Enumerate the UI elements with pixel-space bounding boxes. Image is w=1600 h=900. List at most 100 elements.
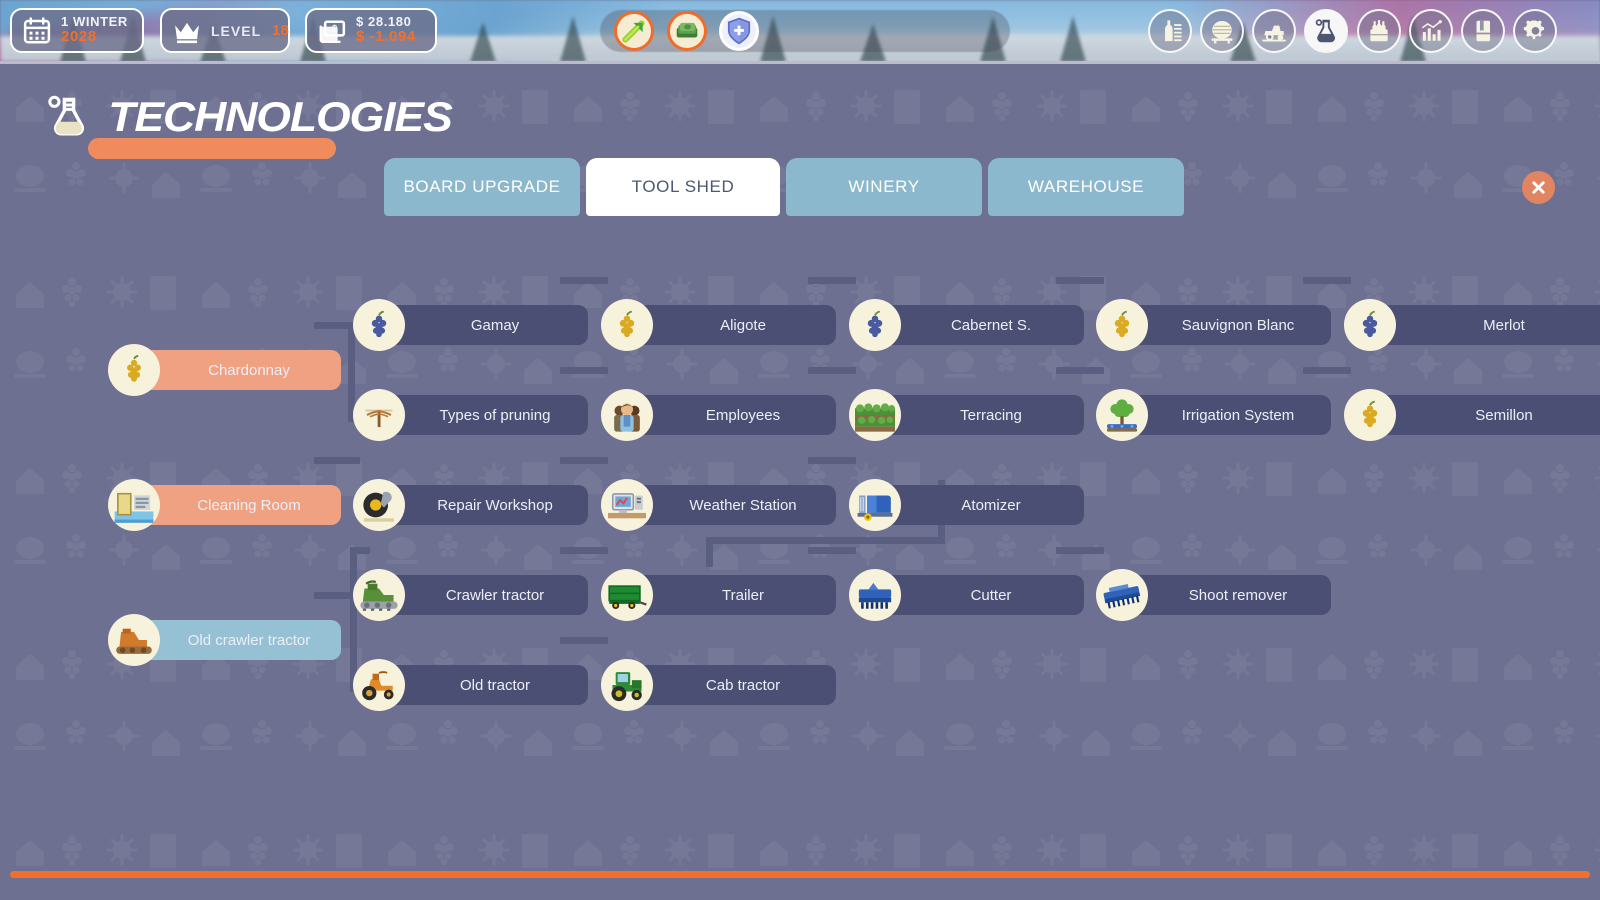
- calendar-icon: [23, 16, 51, 43]
- tech-node-label: Irrigation System: [1181, 406, 1295, 424]
- tech-node-label: Terracing: [960, 406, 1022, 424]
- money-delta: $ -1.094: [356, 28, 416, 46]
- technologies-panel: TECHNOLOGIES BOARD UPGRADE TOOL SHED WIN…: [0, 64, 1600, 900]
- tech-node-label: Cabernet S.: [950, 316, 1032, 334]
- connector: [1056, 367, 1104, 374]
- connector: [808, 277, 856, 284]
- connector: [560, 367, 608, 374]
- statistics-button[interactable]: [1409, 9, 1453, 53]
- blue-grape-icon: [849, 299, 901, 351]
- atomizer-icon: [849, 479, 901, 531]
- connector: [1303, 277, 1351, 284]
- barrel-button[interactable]: [1200, 9, 1244, 53]
- gear-icon: [1523, 19, 1544, 39]
- yellow-grape-icon: [1096, 299, 1148, 351]
- irrigation-icon: [1096, 389, 1148, 441]
- date-year: 2028: [61, 28, 97, 46]
- yellow-grape-icon: [1344, 389, 1396, 441]
- pine-tree: [560, 16, 586, 62]
- barrel-icon: [1211, 20, 1233, 44]
- vehicles-button[interactable]: [1252, 9, 1296, 53]
- tech-node-label: Crawler tractor: [445, 586, 545, 604]
- technologies-button[interactable]: [1304, 9, 1348, 53]
- old-tractor-icon: [353, 659, 405, 711]
- yellow-grape-icon: [601, 299, 653, 351]
- tech-tree: Chardonnay Gamay Aligote Cabernet S. Sau: [0, 64, 1600, 900]
- tech-node-pill: Shoot remover: [1121, 575, 1331, 615]
- tech-node-pill: Repair Workshop: [378, 485, 588, 525]
- level-label: LEVEL: [211, 22, 262, 39]
- blue-grape-icon: [1344, 299, 1396, 351]
- tech-node-label: Cab tractor: [705, 676, 781, 694]
- bottle-crate-icon: [1370, 20, 1388, 42]
- money-balance: $ 28.180: [356, 14, 412, 30]
- trailer-icon: [601, 569, 653, 621]
- connector: [808, 547, 856, 554]
- tech-node-pill: Cab tractor: [626, 665, 836, 705]
- tech-node-pill: Terracing: [874, 395, 1084, 435]
- weather-station-icon: [601, 479, 653, 531]
- tech-node-pill: Cabernet S.: [874, 305, 1084, 345]
- connector: [706, 537, 713, 567]
- tech-node-pill: Trailer: [626, 575, 836, 615]
- tech-node-label: Types of pruning: [439, 406, 551, 424]
- repair-icon: [353, 479, 405, 531]
- speed-up-button[interactable]: [614, 11, 654, 51]
- money-boost-button[interactable]: [667, 11, 707, 51]
- tech-node-label: Employees: [705, 406, 781, 424]
- page-title-text: TECHNOLOGIES: [108, 93, 453, 140]
- tech-node-label: Semillon: [1475, 406, 1533, 424]
- tractor-icon: [1262, 25, 1286, 42]
- worker-icon: [601, 389, 653, 441]
- tech-node-label: Chardonnay: [208, 361, 290, 379]
- money-icon: $: [319, 19, 346, 43]
- tech-node-pill: Types of pruning: [378, 395, 588, 435]
- header-progress-bar: [600, 10, 1010, 52]
- green-arrow-icon: [622, 20, 645, 43]
- tech-node-label: Old crawler tractor: [187, 631, 311, 649]
- level-chip[interactable]: LEVEL 18: [160, 8, 290, 53]
- connector: [350, 547, 370, 554]
- cutter-icon: [849, 569, 901, 621]
- tech-node-pill: Old crawler tractor: [133, 620, 341, 660]
- tech-node-pill: Chardonnay: [133, 350, 341, 390]
- tech-node-label: Merlot: [1483, 316, 1525, 334]
- shield-boost-button[interactable]: [719, 11, 759, 51]
- tech-node-label: Shoot remover: [1188, 586, 1288, 604]
- tech-node-pill: Merlot: [1369, 305, 1600, 345]
- connector: [560, 547, 608, 554]
- flask-icon: [1315, 19, 1335, 43]
- orders-button[interactable]: [1461, 9, 1505, 53]
- date-chip[interactable]: 1 WINTER 2028: [10, 8, 144, 53]
- tech-node-label: Repair Workshop: [437, 496, 553, 514]
- tech-node-label: Sauvignon Blanc: [1181, 316, 1295, 334]
- page-title: TECHNOLOGIES: [44, 91, 453, 143]
- connector: [560, 457, 608, 464]
- settings-button[interactable]: [1513, 9, 1557, 53]
- cleaning-room-icon: [108, 479, 160, 531]
- tech-node-pill: Crawler tractor: [378, 575, 588, 615]
- yellow-grape-icon: [108, 344, 160, 396]
- tech-node-pill: Atomizer: [874, 485, 1084, 525]
- tech-node-label: Cutter: [970, 586, 1012, 604]
- tech-node-pill: Aligote: [626, 305, 836, 345]
- connector: [1056, 277, 1104, 284]
- tech-node-pill: Old tractor: [378, 665, 588, 705]
- tech-node-label: Atomizer: [961, 496, 1021, 514]
- money-chip[interactable]: $ $ 28.180 $ -1.094: [305, 8, 437, 53]
- tech-node-pill: Cleaning Room: [133, 485, 341, 525]
- tech-node-label: Gamay: [470, 316, 520, 334]
- blue-grape-icon: [353, 299, 405, 351]
- chart-icon: [1421, 20, 1442, 41]
- tech-node-label: Weather Station: [689, 496, 797, 514]
- cellar-button[interactable]: [1148, 9, 1192, 53]
- products-button[interactable]: [1357, 9, 1401, 53]
- connector: [314, 457, 360, 464]
- connector: [808, 457, 856, 464]
- shoot-remover-icon: [1096, 569, 1148, 621]
- date-season: 1 WINTER: [61, 14, 128, 30]
- tech-node-label: Aligote: [720, 316, 766, 334]
- tech-node-label: Old tractor: [459, 676, 531, 694]
- tech-node-pill: Semillon: [1369, 395, 1600, 435]
- document-icon: [1476, 20, 1491, 42]
